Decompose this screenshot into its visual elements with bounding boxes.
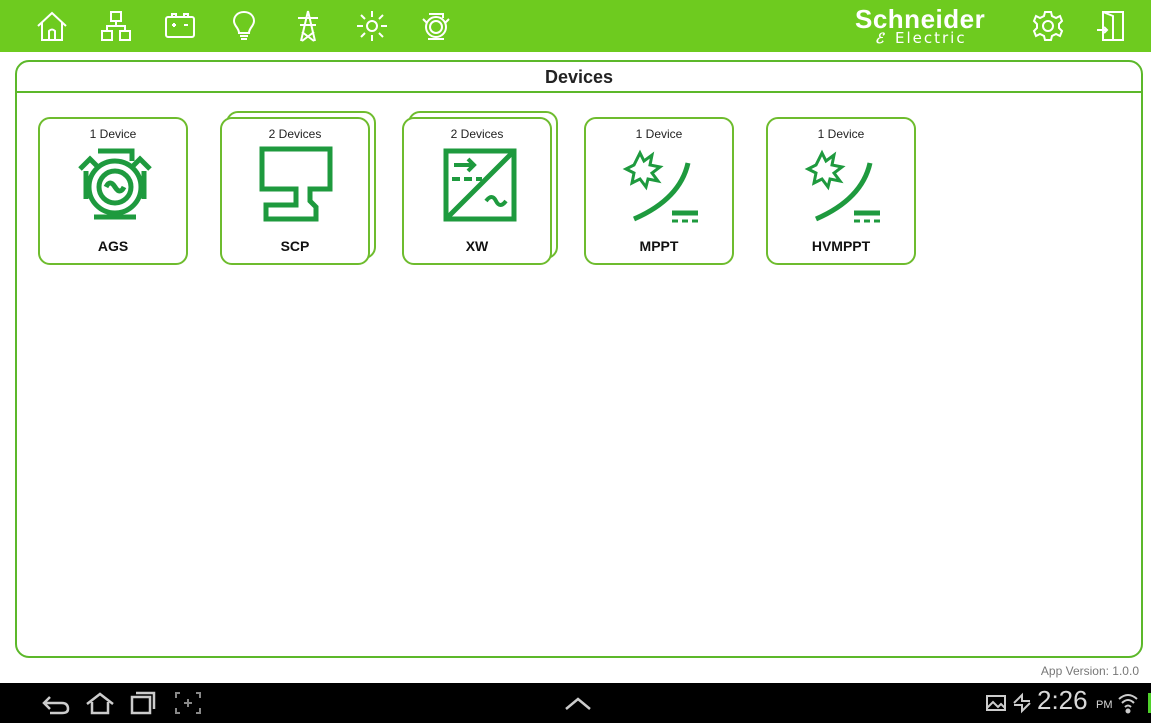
device-tile-hvmppt[interactable]: 1 Device HVMPPT xyxy=(766,117,918,267)
device-label: HVMPPT xyxy=(811,238,871,254)
clock-ampm: PM xyxy=(1096,699,1113,711)
gear-icon[interactable] xyxy=(1030,8,1066,44)
device-card: 1 Device AGS xyxy=(38,117,188,265)
screenshot-icon[interactable] xyxy=(172,691,204,715)
control-panel-icon xyxy=(252,143,342,225)
device-label: AGS xyxy=(97,238,129,254)
home-icon[interactable] xyxy=(34,8,70,44)
back-icon[interactable] xyxy=(40,691,72,715)
device-count: 1 Device xyxy=(817,127,865,141)
device-count: 2 Devices xyxy=(450,127,504,141)
device-tile-scp[interactable]: 2 Devices SCP xyxy=(220,111,376,267)
device-tile-xw[interactable]: 2 Devices XW xyxy=(402,111,558,267)
app-version: App Version: 1.0.0 xyxy=(1040,664,1139,678)
device-count: 1 Device xyxy=(635,127,683,141)
device-label: SCP xyxy=(280,238,310,254)
battery-icon[interactable] xyxy=(162,8,198,44)
usb-sync-icon xyxy=(1006,691,1031,715)
gallery-notification-icon xyxy=(980,691,1006,715)
network-icon[interactable] xyxy=(98,8,134,44)
solar-charger-icon xyxy=(798,143,888,225)
clock-time: 2:26 xyxy=(1037,685,1088,715)
top-bar: Schneider ℰ Electric xyxy=(0,0,1151,52)
device-card: 2 Devices XW xyxy=(402,117,552,265)
brand-subname: Electric xyxy=(895,29,967,47)
recent-apps-icon[interactable] xyxy=(126,691,158,715)
wifi-icon xyxy=(1112,691,1138,715)
chevron-up-icon[interactable] xyxy=(562,691,594,715)
exit-door-icon[interactable] xyxy=(1093,8,1129,44)
device-tile-mppt[interactable]: 1 Device MPPT xyxy=(584,117,736,267)
lightbulb-icon[interactable] xyxy=(226,8,262,44)
brand-mark-icon: ℰ xyxy=(875,30,884,46)
solar-charger-icon xyxy=(616,143,706,225)
device-count: 2 Devices xyxy=(268,127,322,141)
device-card: 2 Devices SCP xyxy=(220,117,370,265)
page-title: Devices xyxy=(17,62,1141,93)
device-count: 1 Device xyxy=(89,127,137,141)
system-nav-bar: 2:26 PM xyxy=(0,683,1151,723)
battery-status-icon xyxy=(1136,691,1151,715)
device-label: XW xyxy=(465,238,489,254)
home-icon[interactable] xyxy=(84,691,116,715)
generator-icon[interactable] xyxy=(418,8,454,44)
device-tile-ags[interactable]: 1 Device AGS xyxy=(38,117,190,267)
inverter-icon xyxy=(434,143,524,225)
sun-icon[interactable] xyxy=(354,8,390,44)
device-card: 1 Device HVMPPT xyxy=(766,117,916,265)
device-label: MPPT xyxy=(639,238,679,254)
transmission-tower-icon[interactable] xyxy=(290,8,326,44)
schneider-logo: Schneider ℰ Electric xyxy=(855,2,990,48)
generator-icon xyxy=(70,143,160,225)
device-card: 1 Device MPPT xyxy=(584,117,734,265)
